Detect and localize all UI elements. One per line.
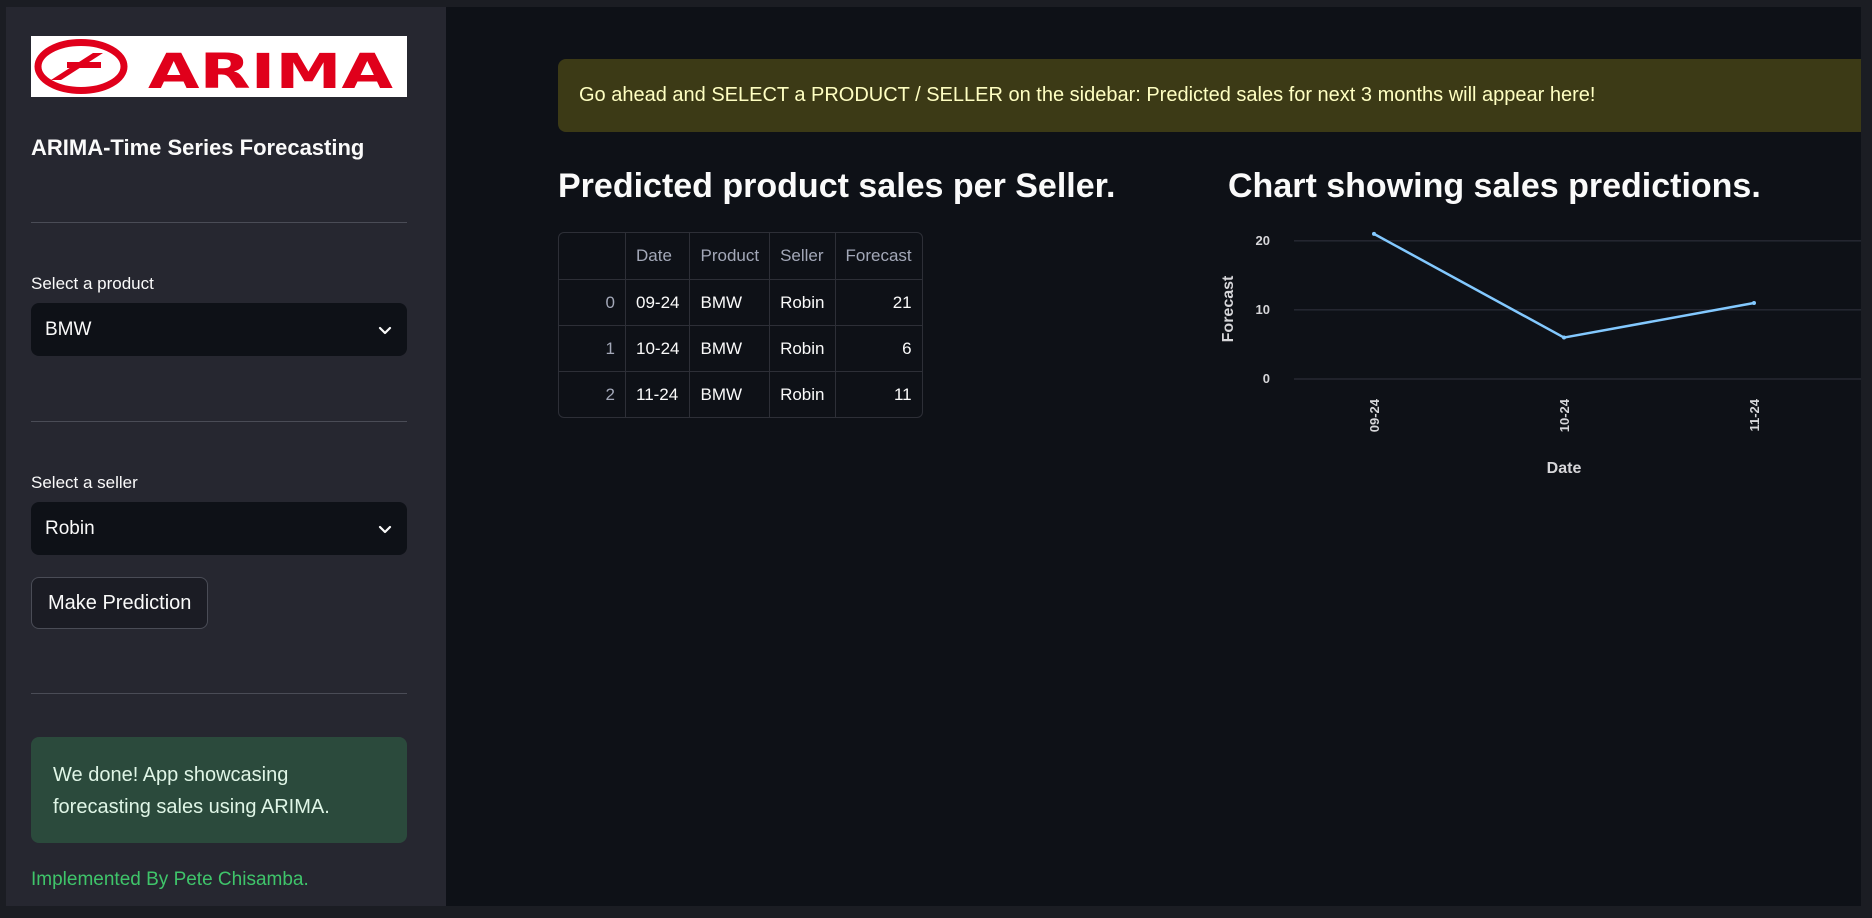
app-title: ARIMA-Time Series Forecasting xyxy=(31,135,365,160)
cell-forecast[interactable]: 21 xyxy=(835,279,922,326)
cell-forecast[interactable]: 11 xyxy=(835,372,922,418)
column-header-date[interactable]: Date xyxy=(625,233,691,280)
success-alert: We done! App showcasing forecasting sale… xyxy=(31,737,407,843)
forecast-data-point xyxy=(1752,301,1756,305)
column-header-forecast[interactable]: Forecast xyxy=(835,233,922,280)
row-index: 0 xyxy=(559,279,626,326)
sidebar-divider xyxy=(31,222,407,223)
forecast-line-chart[interactable]: 0 10 20 09-24 10-24 11-24 Date Forecast xyxy=(1214,227,1861,487)
x-tick-label: 09-24 xyxy=(1367,398,1382,432)
x-tick-label: 11-24 xyxy=(1747,398,1762,431)
cell-product[interactable]: BMW xyxy=(689,371,771,417)
arima-logo: ARIMA xyxy=(31,36,407,97)
chevron-down-icon xyxy=(378,525,392,533)
chevron-down-icon xyxy=(378,326,392,334)
sidebar-divider xyxy=(31,693,407,694)
cell-product[interactable]: BMW xyxy=(689,279,771,326)
column-header-index[interactable] xyxy=(559,233,626,280)
forecast-table[interactable]: Date Product Seller Forecast 0 09-24 BMW… xyxy=(558,232,923,418)
x-axis-label: Date xyxy=(1547,460,1582,477)
sidebar: ARIMA ARIMA-Time Series Forecasting Sele… xyxy=(6,7,446,906)
chart-title: Chart showing sales predictions. xyxy=(1228,167,1761,205)
seller-select[interactable]: Robin xyxy=(31,502,407,555)
cell-forecast[interactable]: 6 xyxy=(835,325,922,372)
y-tick-label: 0 xyxy=(1263,371,1270,386)
cell-date[interactable]: 09-24 xyxy=(625,279,691,326)
x-tick-label: 10-24 xyxy=(1557,398,1572,432)
cell-seller[interactable]: Robin xyxy=(769,325,836,372)
row-index: 1 xyxy=(559,325,626,372)
forecast-data-point xyxy=(1562,335,1566,340)
make-prediction-button[interactable]: Make Prediction xyxy=(31,577,209,629)
cell-product[interactable]: BMW xyxy=(689,325,771,372)
sidebar-divider xyxy=(31,421,407,422)
product-select-label: Select a product xyxy=(31,274,154,293)
product-select[interactable]: BMW xyxy=(31,303,407,356)
y-tick-label: 20 xyxy=(1256,233,1270,248)
table-row: 1 10-24 BMW Robin 6 xyxy=(559,325,922,372)
svg-text:ARIMA: ARIMA xyxy=(148,44,393,97)
app-window: ARIMA ARIMA-Time Series Forecasting Sele… xyxy=(6,7,1861,906)
cell-date[interactable]: 11-24 xyxy=(625,371,691,417)
column-header-product[interactable]: Product xyxy=(689,233,771,280)
forecast-data-point xyxy=(1372,231,1376,236)
table-header-row: Date Product Seller Forecast xyxy=(559,233,922,280)
table-title: Predicted product sales per Seller. xyxy=(558,167,1116,205)
y-tick-label: 10 xyxy=(1256,302,1270,317)
table-row: 2 11-24 BMW Robin 11 xyxy=(559,371,922,418)
seller-select-value: Robin xyxy=(45,517,95,539)
forecast-series-line xyxy=(1373,232,1755,339)
warning-banner: Go ahead and SELECT a PRODUCT / SELLER o… xyxy=(558,59,1861,132)
credit-text: Implemented By Pete Chisamba. xyxy=(31,869,309,890)
y-axis-label: Forecast xyxy=(1220,275,1237,342)
cell-date[interactable]: 10-24 xyxy=(625,325,691,372)
column-header-seller[interactable]: Seller xyxy=(769,233,836,280)
table-row: 0 09-24 BMW Robin 21 xyxy=(559,279,922,326)
main-content: Go ahead and SELECT a PRODUCT / SELLER o… xyxy=(446,7,1861,906)
row-index: 2 xyxy=(559,371,626,417)
cell-seller[interactable]: Robin xyxy=(769,279,836,326)
seller-select-label: Select a seller xyxy=(31,473,138,492)
cell-seller[interactable]: Robin xyxy=(769,371,836,417)
product-select-value: BMW xyxy=(45,318,92,340)
